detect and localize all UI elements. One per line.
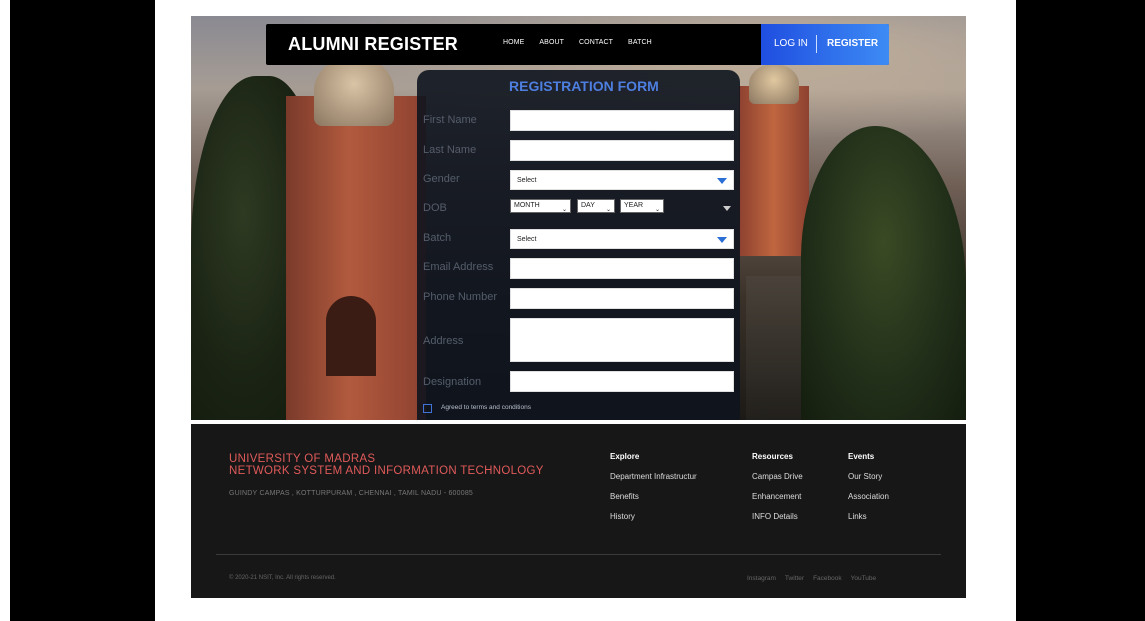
chevron-down-icon (717, 178, 727, 184)
building-arch (326, 296, 376, 376)
first-name-input[interactable] (510, 110, 734, 131)
footer-column-explore: Explore Department Infrastructur Benefit… (610, 452, 697, 532)
nav-links: HOME ABOUT CONTACT BATCH (503, 39, 652, 46)
last-name-label: Last Name (423, 144, 477, 156)
footer-link[interactable]: Department Infrastructur (610, 472, 697, 481)
footer-column-title: Explore (610, 452, 640, 461)
login-button[interactable]: LOG IN (774, 38, 808, 49)
chevron-down-icon: ⌄ (605, 207, 611, 213)
chevron-down-icon (723, 206, 731, 211)
page: ALUMNI REGISTER HOME ABOUT CONTACT BATCH… (155, 0, 1016, 621)
footer-link[interactable]: History (610, 512, 697, 521)
footer-column-resources: Resources Campas Drive Enhancement INFO … (752, 452, 803, 532)
campus-address: GUINDY CAMPAS , KOTTURPURAM , CHENNAI , … (229, 490, 474, 497)
auth-buttons: LOG IN REGISTER (761, 24, 889, 65)
gender-select[interactable]: Select (510, 170, 734, 190)
first-name-label: First Name (423, 114, 477, 126)
phone-input[interactable] (510, 288, 734, 309)
nav-contact[interactable]: CONTACT (579, 39, 613, 46)
auth-divider (816, 35, 817, 53)
footer-link[interactable]: Enhancement (752, 492, 803, 501)
building-dome (749, 64, 799, 104)
last-name-input[interactable] (510, 140, 734, 161)
phone-label: Phone Number (423, 291, 497, 303)
footer-link[interactable]: Our Story (848, 472, 889, 481)
nav-home[interactable]: HOME (503, 39, 524, 46)
batch-label: Batch (423, 232, 452, 244)
footer-link[interactable]: Association (848, 492, 889, 501)
dob-day-select[interactable]: DAY ⌄ (577, 199, 615, 213)
address-label: Address (423, 335, 464, 347)
road (746, 276, 806, 420)
dob-month-value: MONTH (514, 202, 540, 209)
social-instagram[interactable]: Instagram (747, 575, 776, 582)
department-name: NETWORK SYSTEM AND INFORMATION TECHNOLOG… (229, 465, 544, 477)
left-margin (0, 0, 10, 621)
footer-link[interactable]: Benefits (610, 492, 697, 501)
footer-column-title: Resources (752, 452, 793, 461)
gender-label: Gender (423, 173, 460, 185)
batch-select[interactable]: Select (510, 229, 734, 249)
register-button[interactable]: REGISTER (827, 38, 878, 49)
trees-right (801, 126, 966, 420)
chevron-down-icon (717, 237, 727, 243)
building-dome (314, 56, 394, 126)
footer-link[interactable]: Links (848, 512, 889, 521)
university-name: UNIVERSITY OF MADRAS (229, 453, 376, 465)
terms-label: Agreed to terms and conditions (441, 404, 531, 411)
copyright-text: © 2020-21 NSIT, Inc. All rights reserved… (229, 575, 336, 581)
footer-column-events: Events Our Story Association Links (848, 452, 889, 532)
footer-link[interactable]: INFO Details (752, 512, 803, 521)
footer-column-title: Events (848, 452, 875, 461)
nav-batch[interactable]: BATCH (628, 39, 652, 46)
form-title: REGISTRATION FORM (509, 78, 659, 94)
designation-input[interactable] (510, 371, 734, 392)
chevron-down-icon: ⌄ (654, 207, 660, 213)
footer-divider (216, 554, 941, 555)
registration-form: REGISTRATION FORM First Name Last Name G… (417, 70, 740, 420)
building-left (286, 56, 426, 420)
email-input[interactable] (510, 258, 734, 279)
dob-selects: MONTH ⌄ DAY ⌄ YEAR ⌄ (510, 199, 734, 215)
dob-day-value: DAY (581, 202, 595, 209)
brand-title: ALUMNI REGISTER (288, 34, 459, 54)
social-twitter[interactable]: Twitter (785, 575, 804, 582)
designation-label: Designation (423, 376, 482, 388)
gender-selected-value: Select (517, 177, 537, 184)
social-facebook[interactable]: Facebook (813, 575, 842, 582)
email-label: Email Address (423, 261, 494, 273)
dob-month-select[interactable]: MONTH ⌄ (510, 199, 571, 213)
footer: UNIVERSITY OF MADRAS NETWORK SYSTEM AND … (191, 424, 966, 598)
building-right (739, 64, 809, 256)
left-black-bar (10, 0, 155, 621)
right-black-bar (1016, 0, 1145, 621)
terms-checkbox[interactable] (423, 404, 432, 413)
dob-label: DOB (423, 202, 447, 214)
dob-year-select[interactable]: YEAR ⌄ (620, 199, 664, 213)
address-textarea[interactable] (510, 318, 734, 362)
social-youtube[interactable]: YouTube (851, 575, 877, 582)
footer-link[interactable]: Campas Drive (752, 472, 803, 481)
nav-about[interactable]: ABOUT (539, 39, 564, 46)
chevron-down-icon: ⌄ (561, 207, 567, 213)
social-links: Instagram Twitter Facebook YouTube (747, 575, 876, 582)
batch-selected-value: Select (517, 236, 537, 243)
dob-year-value: YEAR (624, 202, 644, 209)
